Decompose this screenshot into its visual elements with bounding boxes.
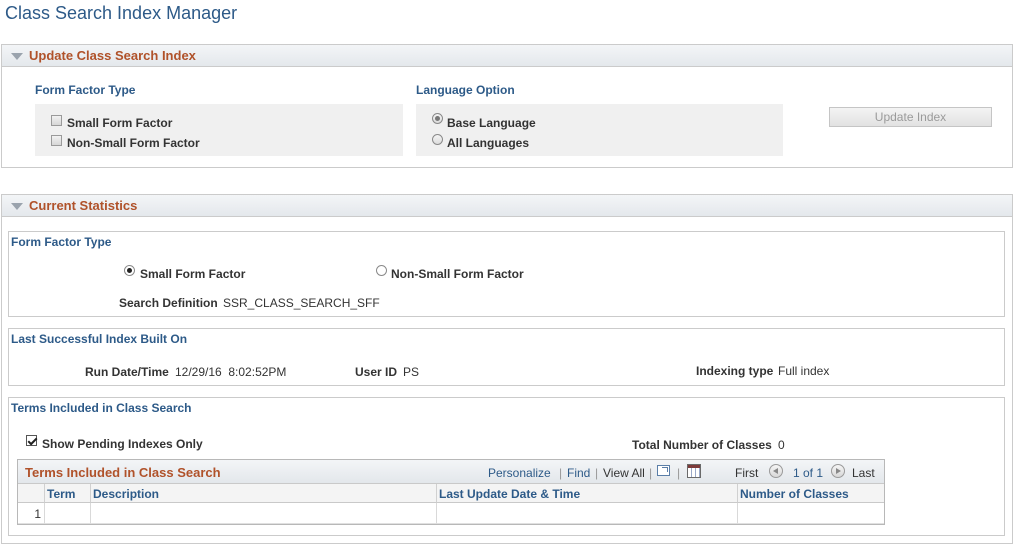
nav-separator: | — [559, 466, 563, 480]
base-language-radio[interactable] — [432, 113, 443, 124]
stats-non-small-form-factor-label: Non-Small Form Factor — [391, 267, 524, 281]
download-spreadsheet-icon[interactable] — [687, 464, 701, 478]
show-pending-label: Show Pending Indexes Only — [42, 437, 203, 451]
small-form-factor-label: Small Form Factor — [67, 116, 173, 130]
search-definition-value: SSR_CLASS_SEARCH_SFF — [223, 296, 380, 310]
all-languages-radio[interactable] — [432, 134, 443, 145]
user-id-value: PS — [403, 365, 420, 379]
indexing-type-value: Full index — [778, 364, 830, 378]
small-form-factor-checkbox[interactable] — [51, 115, 62, 126]
stats-small-form-factor-radio[interactable] — [124, 265, 135, 276]
indexing-type-label: Indexing type — [696, 364, 774, 378]
number-of-classes-column-header[interactable]: Number of Classes — [738, 484, 884, 503]
term-cell — [45, 503, 91, 524]
nav-separator: | — [677, 466, 681, 480]
last-build-label: Last Successful Index Built On — [11, 332, 188, 346]
number-of-classes-cell — [738, 503, 884, 524]
show-pending-checkbox[interactable] — [26, 435, 37, 446]
total-classes-label: Total Number of Classes — [632, 438, 772, 452]
update-index-button[interactable]: Update Index — [829, 107, 992, 127]
update-index-header[interactable]: Update Class Search Index — [2, 45, 1012, 67]
all-languages-label: All Languages — [447, 136, 530, 150]
collapse-triangle-icon[interactable] — [11, 53, 23, 60]
next-page-icon[interactable] — [831, 464, 845, 478]
terms-grid: Terms Included in Class Search Personali… — [17, 459, 885, 525]
description-cell — [91, 503, 437, 524]
stats-form-factor-label: Form Factor Type — [11, 235, 112, 249]
stats-non-small-form-factor-radio[interactable] — [376, 265, 387, 276]
user-id-label: User ID — [355, 365, 398, 379]
last-update-column-header[interactable]: Last Update Date & Time — [437, 484, 738, 503]
stats-small-form-factor-label: Small Form Factor — [140, 267, 246, 281]
collapse-triangle-icon[interactable] — [11, 203, 23, 210]
previous-page-icon[interactable] — [769, 464, 783, 478]
last-update-cell — [437, 503, 738, 524]
last-label[interactable]: Last — [852, 466, 875, 480]
search-definition-label: Search Definition — [119, 296, 218, 310]
non-small-form-factor-checkbox[interactable] — [51, 135, 62, 146]
terms-grid-header: Terms Included in Class Search Personali… — [18, 460, 884, 484]
description-column-header[interactable]: Description — [91, 484, 437, 503]
base-language-label: Base Language — [447, 116, 536, 130]
update-form-factor-label: Form Factor Type — [35, 83, 136, 97]
run-date-value: 12/29/16 8:02:52PM — [175, 365, 287, 379]
update-index-title: Update Class Search Index — [29, 48, 196, 63]
nav-separator: | — [595, 466, 599, 480]
term-column-header[interactable]: Term — [45, 484, 91, 503]
view-all-link[interactable]: View All — [603, 466, 645, 480]
current-statistics-title: Current Statistics — [29, 198, 138, 213]
zoom-icon[interactable] — [657, 465, 670, 476]
page-title: Class Search Index Manager — [5, 3, 238, 23]
terms-label: Terms Included in Class Search — [11, 401, 192, 415]
current-statistics-header[interactable]: Current Statistics — [2, 195, 1012, 217]
find-link[interactable]: Find — [567, 466, 590, 480]
row-number: 1 — [18, 503, 45, 524]
run-date-label: Run Date/Time — [85, 365, 169, 379]
non-small-form-factor-label: Non-Small Form Factor — [67, 136, 200, 150]
page-range: 1 of 1 — [793, 466, 824, 480]
language-option-label: Language Option — [416, 83, 515, 97]
first-label[interactable]: First — [735, 466, 758, 480]
terms-grid-title: Terms Included in Class Search — [25, 465, 221, 480]
personalize-link[interactable]: Personalize — [488, 466, 551, 480]
nav-separator: | — [649, 466, 653, 480]
row-number-header — [18, 484, 45, 503]
total-classes-value: 0 — [778, 438, 785, 452]
